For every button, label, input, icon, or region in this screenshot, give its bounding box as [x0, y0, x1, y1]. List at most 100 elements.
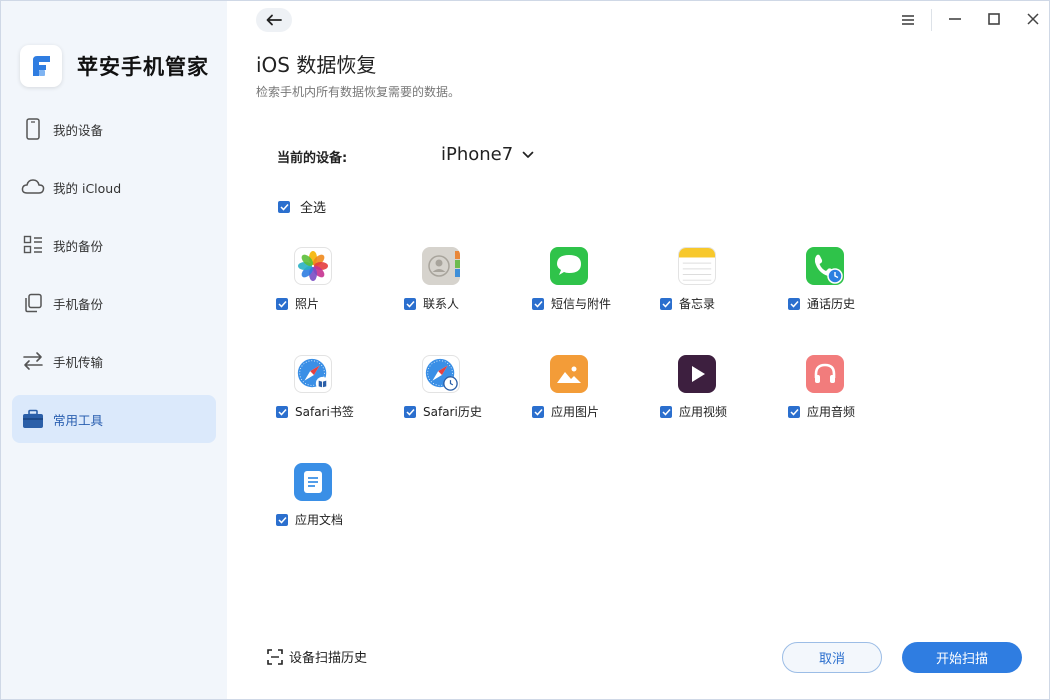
- category-checkbox[interactable]: 短信与附件: [532, 295, 611, 312]
- backup-list-icon: [21, 233, 45, 257]
- sidebar-item-label: 我的 iCloud: [53, 180, 122, 196]
- cloud-icon: [21, 175, 45, 199]
- menu-button[interactable]: [899, 11, 917, 29]
- category-tile[interactable]: 照片: [275, 247, 385, 317]
- category-checkbox[interactable]: 应用视频: [660, 403, 727, 420]
- category-tile[interactable]: 联系人: [403, 247, 513, 317]
- hamburger-menu-icon: [901, 11, 915, 30]
- category-label: 短信与附件: [551, 297, 612, 311]
- category-checkbox[interactable]: 联系人: [404, 295, 459, 312]
- category-tile[interactable]: 通话历史: [787, 247, 897, 317]
- category-tile[interactable]: 备忘录: [659, 247, 769, 317]
- messages-icon: [550, 247, 588, 285]
- scan-frame-icon: [267, 648, 283, 665]
- checkbox-checked-icon: [660, 297, 672, 310]
- checkbox-checked-icon: [278, 200, 290, 213]
- category-label: 应用文档: [295, 513, 344, 527]
- scan-history-link[interactable]: 设备扫描历史: [267, 647, 367, 666]
- app-photos-icon: [550, 355, 588, 393]
- app-videos-icon: [678, 355, 716, 393]
- category-label: 应用图片: [551, 405, 600, 419]
- chevron-down-icon: [522, 151, 534, 159]
- sidebar-item-phone-backup[interactable]: 手机备份: [12, 279, 216, 327]
- transfer-icon: [21, 349, 45, 373]
- minimize-button[interactable]: [946, 11, 964, 29]
- category-tile[interactable]: 应用文档: [275, 463, 385, 533]
- photos-icon: [294, 247, 332, 285]
- category-label: 通话历史: [807, 297, 856, 311]
- checkbox-checked-icon: [660, 405, 672, 418]
- category-checkbox[interactable]: 照片: [276, 295, 319, 312]
- checkbox-checked-icon: [276, 297, 288, 310]
- sidebar-item-my-icloud[interactable]: 我的 iCloud: [12, 163, 216, 211]
- maximize-button[interactable]: [985, 11, 1003, 29]
- safari-bookmarks-icon: [294, 355, 332, 393]
- sidebar-item-label: 手机传输: [53, 354, 104, 370]
- category-label: 应用视频: [679, 405, 728, 419]
- checkbox-checked-icon: [404, 405, 416, 418]
- category-label: Safari书签: [295, 405, 354, 419]
- page-subtitle: 检索手机内所有数据恢复需要的数据。: [256, 85, 461, 99]
- category-checkbox[interactable]: 备忘录: [660, 295, 715, 312]
- category-checkbox[interactable]: Safari书签: [276, 403, 354, 420]
- category-tile[interactable]: 应用视频: [659, 355, 769, 425]
- category-label: 应用音频: [807, 405, 856, 419]
- category-tile[interactable]: 应用图片: [531, 355, 641, 425]
- category-tile[interactable]: 应用音频: [787, 355, 897, 425]
- sidebar-item-label: 我的备份: [53, 238, 104, 254]
- category-label: 照片: [295, 297, 320, 311]
- checkbox-checked-icon: [276, 513, 288, 526]
- scan-history-label: 设备扫描历史: [289, 651, 368, 666]
- checkbox-checked-icon: [788, 405, 800, 418]
- page-title: iOS 数据恢复: [256, 53, 377, 77]
- category-checkbox[interactable]: Safari历史: [404, 403, 482, 420]
- app-documents-icon: [294, 463, 332, 501]
- sidebar-nav: 我的设备 我的 iCloud 我的备份 手机备份 手机传输 常用工具: [12, 105, 216, 453]
- sidebar: 苹安手机管家 我的设备 我的 iCloud 我的备份 手机备份 手机传输 常用工…: [1, 1, 227, 699]
- category-checkbox[interactable]: 应用图片: [532, 403, 599, 420]
- sidebar-item-common-tools[interactable]: 常用工具: [12, 395, 216, 443]
- close-button[interactable]: [1024, 11, 1042, 29]
- app-window: 苹安手机管家 我的设备 我的 iCloud 我的备份 手机备份 手机传输 常用工…: [0, 0, 1050, 700]
- select-all-checkbox[interactable]: 全选: [278, 197, 326, 216]
- category-label: Safari历史: [423, 405, 482, 419]
- contacts-icon: [422, 247, 460, 285]
- back-button[interactable]: [256, 8, 292, 32]
- sidebar-item-label: 常用工具: [53, 412, 104, 428]
- sidebar-item-phone-transfer[interactable]: 手机传输: [12, 337, 216, 385]
- app-logo-icon: [20, 45, 62, 87]
- brand: 苹安手机管家: [20, 45, 209, 87]
- checkbox-checked-icon: [276, 405, 288, 418]
- arrow-left-icon: [266, 11, 282, 30]
- notes-icon: [678, 247, 716, 285]
- device-dropdown[interactable]: iPhone7: [441, 144, 534, 165]
- checkbox-checked-icon: [532, 297, 544, 310]
- category-checkbox[interactable]: 应用文档: [276, 511, 343, 528]
- app-audio-icon: [806, 355, 844, 393]
- sidebar-item-label: 手机备份: [53, 296, 104, 312]
- device-name: iPhone7: [441, 144, 514, 165]
- app-name: 苹安手机管家: [77, 55, 209, 79]
- safari-history-icon: [422, 355, 460, 393]
- sidebar-item-my-backup[interactable]: 我的备份: [12, 221, 216, 269]
- checkbox-checked-icon: [404, 297, 416, 310]
- device-label: 当前的设备:: [277, 151, 348, 166]
- maximize-icon: [987, 11, 1001, 30]
- category-tile[interactable]: Safari历史: [403, 355, 513, 425]
- sidebar-item-my-device[interactable]: 我的设备: [12, 105, 216, 153]
- checkbox-checked-icon: [532, 405, 544, 418]
- toolbox-icon: [21, 407, 45, 431]
- category-tile[interactable]: Safari书签: [275, 355, 385, 425]
- checkbox-checked-icon: [788, 297, 800, 310]
- category-checkbox[interactable]: 应用音频: [788, 403, 855, 420]
- call-history-icon: [806, 247, 844, 285]
- start-scan-button[interactable]: 开始扫描: [902, 642, 1022, 673]
- copy-icon: [21, 291, 45, 315]
- title-bar-divider: [931, 9, 932, 31]
- category-checkbox[interactable]: 通话历史: [788, 295, 855, 312]
- category-label: 备忘录: [679, 297, 716, 311]
- sidebar-item-label: 我的设备: [53, 122, 104, 138]
- cancel-button[interactable]: 取消: [782, 642, 882, 673]
- select-all-label: 全选: [300, 201, 327, 216]
- category-tile[interactable]: 短信与附件: [531, 247, 641, 317]
